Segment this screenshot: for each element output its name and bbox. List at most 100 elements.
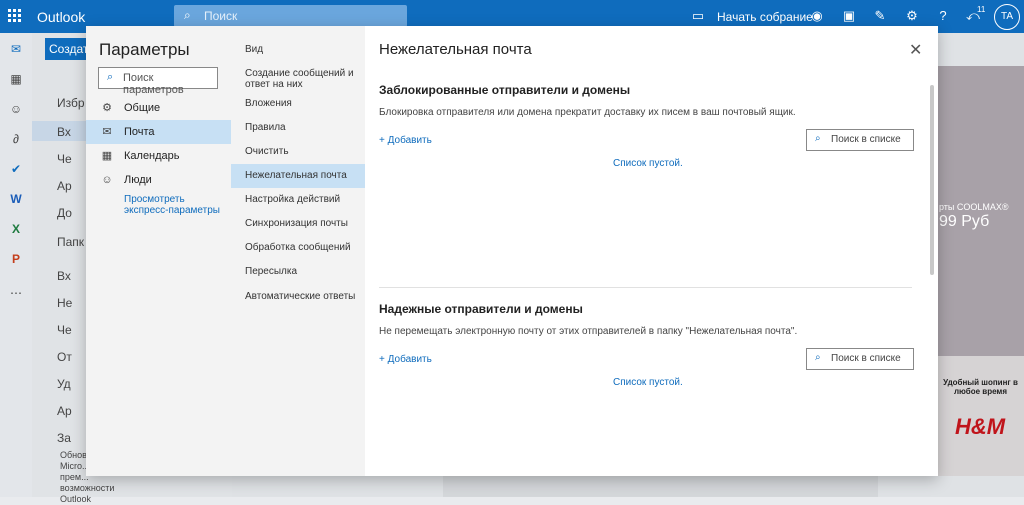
folder-item[interactable]: Уд [57,377,71,391]
folder-item[interactable]: За [57,431,71,445]
category-label: Почта [124,126,155,138]
folder-item[interactable]: От [57,350,72,364]
subcategory-item-junk-mail[interactable]: Нежелательная почта [231,164,365,188]
express-settings-link[interactable]: Просмотреть экспресс-параметры [124,194,224,216]
scrollbar-thumb[interactable] [930,85,934,275]
subcategory-label: Настройка действий [245,194,341,205]
word-icon[interactable]: W [8,191,24,207]
plus-icon: + [379,135,388,146]
subcategory-label: Создание сообщений и ответ на них [245,68,354,90]
subcategory-label: Синхронизация почты [245,218,348,229]
subcategory-label: Пересылка [245,266,298,277]
subcategory-item[interactable]: Вложения [231,98,365,112]
search-icon: ⌕ [815,133,821,144]
settings-categories-pane: Параметры ⌕ Поиск параметров ⚙ Общие ✉ П… [86,26,231,476]
subcategory-item[interactable]: Правила [231,122,365,136]
subcategory-label: Автоматические ответы [245,291,356,302]
teams-icon[interactable]: ▣ [842,9,856,23]
folder-item[interactable]: Папк [57,235,84,249]
folder-item[interactable]: Не [57,296,72,310]
settings-search-input[interactable]: ⌕ Поиск параметров [98,67,218,96]
todo-icon[interactable]: ✔ [8,161,24,177]
app-launcher-icon[interactable] [8,9,22,23]
subcategory-item[interactable]: Синхронизация почты [231,218,365,232]
folder-item[interactable]: Ар [57,179,72,193]
gear-icon: ⚙ [102,102,112,114]
subcategory-label: Очистить [245,146,289,157]
add-blocked-sender-button[interactable]: + Добавить [379,135,432,146]
category-calendar[interactable]: ▦ Календарь [86,144,231,168]
subcategory-item[interactable]: Настройка действий [231,194,365,208]
settings-subcategories-pane: Вид Создание сообщений и ответ на них Вл… [231,26,365,476]
subcategory-item[interactable]: Очистить [231,146,365,160]
page-title: Нежелательная почта [379,41,532,58]
junk-mail-settings: Нежелательная почта ✕ Заблокированные от… [365,26,938,476]
subcategory-label: Нежелательная почта [245,170,347,181]
message-list-strip [443,476,878,497]
category-label: Люди [124,174,152,186]
safe-senders-description: Не перемещать электронную почту от этих … [379,326,798,337]
list-search-label: Поиск в списке [831,134,901,145]
safe-list-search-input[interactable]: ⌕ Поиск в списке [806,348,914,370]
search-icon: ⌕ [107,71,114,83]
blocked-senders-description: Блокировка отправителя или домена прекра… [379,107,796,118]
subcategory-label: Обработка сообщений [245,242,351,253]
subcategory-item[interactable]: Создание сообщений и ответ на них [231,68,365,92]
people-icon[interactable]: ☺ [8,101,24,117]
folder-item[interactable]: До [57,206,72,220]
app-rail: ✉ ▦ ☺ ∂ ✔ W X P ⋯ [0,33,32,497]
settings-gear-icon[interactable]: ⚙ [905,9,919,23]
add-safe-sender-button[interactable]: + Добавить [379,354,432,365]
plus-icon: + [379,354,388,365]
folder-item[interactable]: Че [57,152,72,166]
subcategory-label: Вложения [245,98,292,109]
folder-item[interactable]: Вх [57,125,71,139]
settings-search-placeholder: Поиск параметров [123,72,184,96]
more-apps-icon[interactable]: ⋯ [8,285,24,301]
category-general[interactable]: ⚙ Общие [86,96,231,120]
search-icon: ⌕ [815,352,821,363]
calendar-icon: ▦ [101,150,113,162]
category-mail[interactable]: ✉ Почта [86,120,231,144]
mail-icon[interactable]: ✉ [8,41,24,57]
feedback-icon[interactable]: ✎ [873,9,887,23]
notifications-badge: 11 [977,5,986,14]
help-icon[interactable]: ? [936,9,950,23]
list-search-label: Поиск в списке [831,353,901,364]
folder-item[interactable]: Ар [57,404,72,418]
subcategory-label: Правила [245,122,286,133]
ad-promo: Удобный шопинг в любое время H&M [937,356,1024,476]
subcategory-item[interactable]: Автоматические ответы [231,291,365,305]
attachments-icon[interactable]: ∂ [8,131,24,147]
advertisement[interactable]: рты COOLMAX® 99 Руб Удобный шопинг в люб… [937,66,1024,476]
subcategory-label: Вид [245,44,264,55]
settings-dialog: Параметры ⌕ Поиск параметров ⚙ Общие ✉ П… [86,26,938,476]
start-meeting-button[interactable]: Начать собрание [717,10,813,24]
folder-item[interactable]: Избр [57,96,85,110]
blocked-list-empty-text: Список пустой. [613,158,683,169]
blocked-senders-heading: Заблокированные отправители и домены [379,83,631,97]
subcategory-item[interactable]: Пересылка [231,266,365,280]
search-box[interactable]: ⌕ Поиск [174,5,407,27]
safe-list-empty-text: Список пустой. [613,377,683,388]
skype-icon[interactable]: ◉ [810,9,824,23]
blocked-list-search-input[interactable]: ⌕ Поиск в списке [806,129,914,151]
search-icon: ⌕ [184,8,191,22]
video-camera-icon[interactable]: ▭ [691,9,705,23]
folder-item[interactable]: Че [57,323,72,337]
ad-promo-text: Удобный шопинг в любое время [943,378,1018,396]
excel-icon[interactable]: X [8,221,24,237]
subcategory-item[interactable]: Вид [231,44,365,58]
section-divider [379,287,912,288]
subcategory-item[interactable]: Обработка сообщений [231,242,365,256]
add-label: Добавить [387,354,432,365]
app-brand[interactable]: Outlook [37,9,85,25]
people-icon: ☺ [101,174,113,186]
calendar-icon[interactable]: ▦ [8,71,24,87]
close-icon[interactable]: ✕ [909,40,922,60]
avatar[interactable]: TA [994,4,1020,30]
folder-item[interactable]: Вх [57,269,71,283]
content-scrollbar[interactable] [930,73,934,469]
category-people[interactable]: ☺ Люди [86,168,231,192]
powerpoint-icon[interactable]: P [8,251,24,267]
